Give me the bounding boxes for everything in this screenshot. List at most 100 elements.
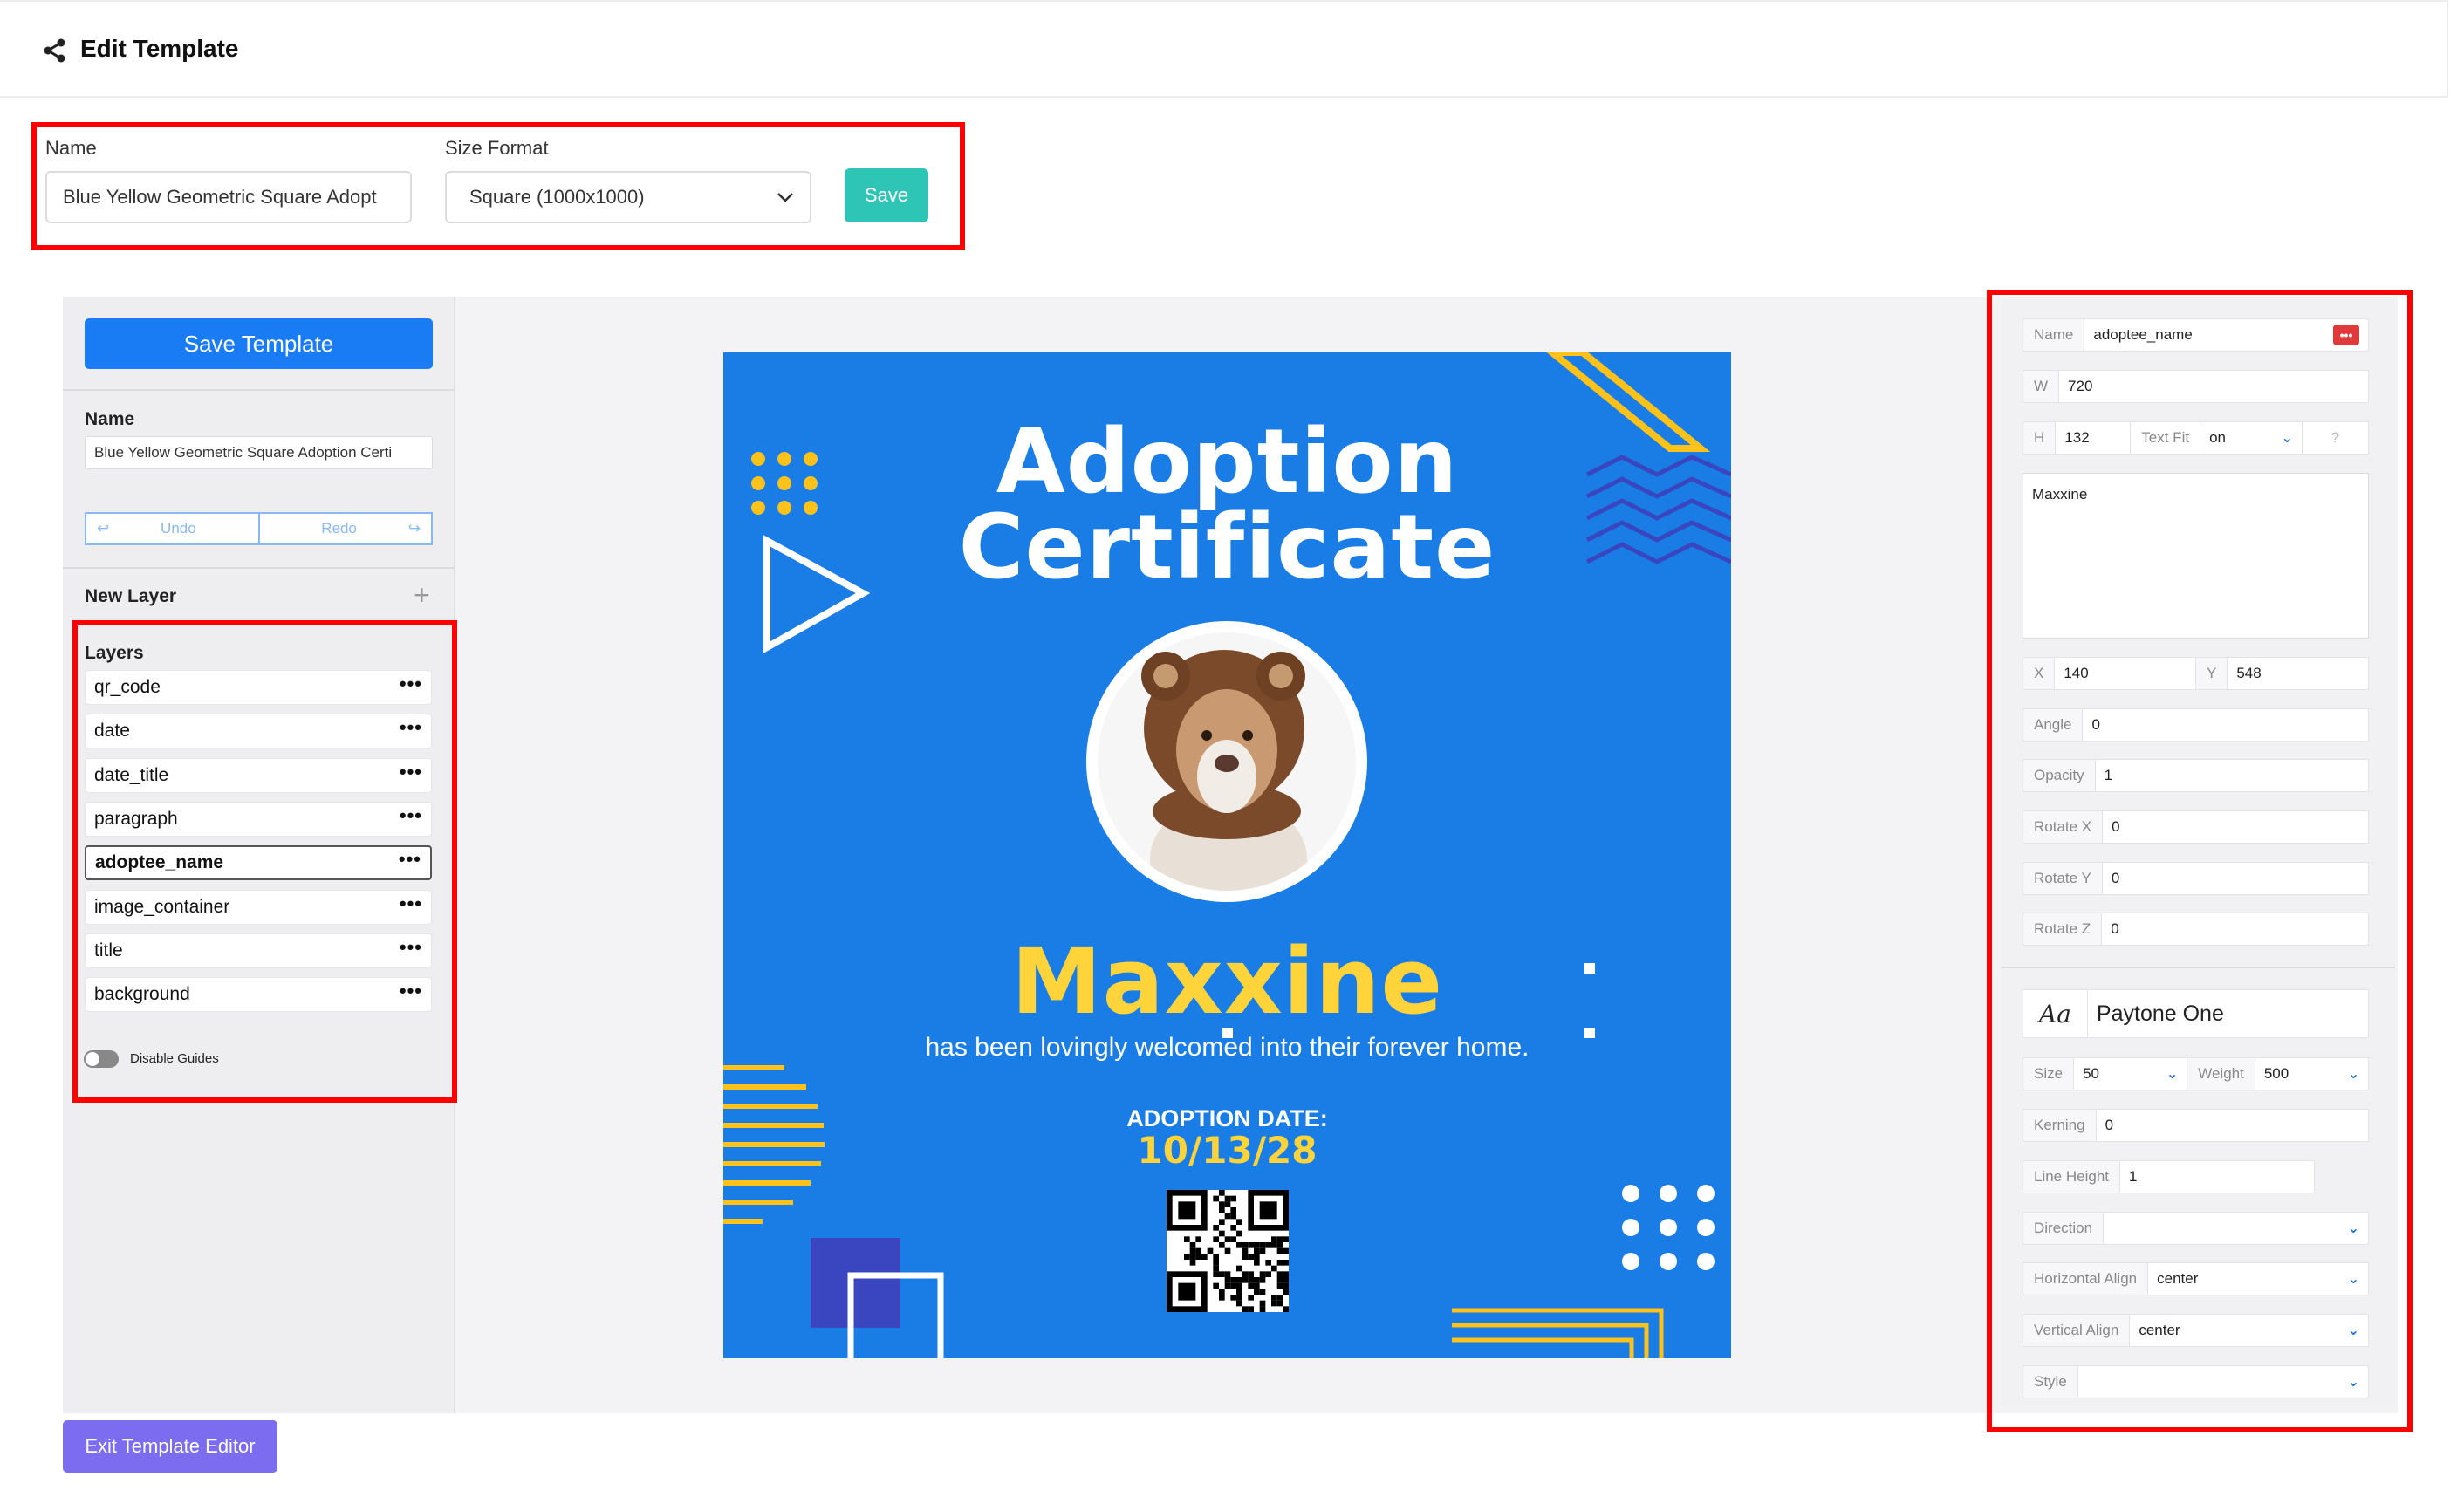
- chevron-down-icon: ⌄: [2281, 431, 2294, 446]
- prop-halign-value: center: [2157, 1270, 2199, 1287]
- redo-icon: ↪: [407, 520, 421, 537]
- more-options-icon[interactable]: •••: [2333, 325, 2359, 345]
- font-icon: Aa: [2023, 990, 2088, 1037]
- prop-textfit-select[interactable]: on ⌄: [2200, 422, 2303, 454]
- more-options-icon[interactable]: •••: [399, 850, 421, 869]
- prop-opacity-input[interactable]: 1: [2096, 760, 2368, 791]
- help-icon[interactable]: ?: [2303, 422, 2368, 454]
- undo-redo-group: ↩ Undo Redo ↪: [85, 512, 433, 545]
- page-title: Edit Template: [80, 35, 239, 62]
- disable-guides-label: Disable Guides: [130, 1051, 219, 1066]
- save-template-button[interactable]: Save Template: [85, 318, 433, 369]
- prop-weight-label: Weight: [2187, 1058, 2255, 1090]
- layer-item-label: title: [94, 940, 123, 960]
- prop-valign-select[interactable]: center ⌄: [2130, 1315, 2368, 1346]
- prop-kerning-label: Kerning: [2023, 1110, 2097, 1141]
- prop-y-input[interactable]: 548: [2228, 658, 2368, 689]
- undo-button[interactable]: ↩ Undo: [86, 514, 260, 543]
- share-icon: [44, 38, 65, 63]
- prop-weight-select[interactable]: 500 ⌄: [2255, 1058, 2368, 1090]
- prop-size-select[interactable]: 50 ⌄: [2074, 1058, 2188, 1090]
- chevron-down-icon: ⌄: [2347, 1067, 2359, 1082]
- prop-lineheight-input[interactable]: 1: [2120, 1161, 2314, 1193]
- left-name-input[interactable]: Blue Yellow Geometric Square Adoption Ce…: [85, 436, 433, 469]
- size-format-select[interactable]: Square (1000x1000): [445, 171, 811, 223]
- save-button[interactable]: Save: [845, 168, 928, 222]
- prop-rotz-input[interactable]: 0: [2102, 913, 2368, 945]
- layer-item[interactable]: paragraph •••: [85, 801, 432, 837]
- more-options-icon[interactable]: •••: [400, 718, 422, 737]
- more-options-icon[interactable]: •••: [400, 674, 422, 694]
- add-layer-icon[interactable]: +: [414, 579, 430, 612]
- prop-size-value: 50: [2083, 1065, 2099, 1082]
- prop-rotx-label: Rotate X: [2023, 811, 2104, 843]
- chevron-down-icon: [777, 193, 793, 202]
- redo-label: Redo: [321, 520, 357, 537]
- undo-label: Undo: [161, 520, 196, 537]
- prop-rotz-label: Rotate Z: [2023, 913, 2103, 945]
- layer-item[interactable]: date •••: [85, 714, 432, 749]
- chevron-down-icon: ⌄: [2347, 1221, 2359, 1236]
- prop-angle-input[interactable]: 0: [2083, 709, 2368, 741]
- prop-rotx-input[interactable]: 0: [2103, 811, 2368, 843]
- name-label: Name: [45, 137, 97, 159]
- prop-text-area[interactable]: Maxxine: [2023, 473, 2369, 639]
- canvas-title-line2[interactable]: Certificate: [723, 496, 1731, 599]
- more-options-icon[interactable]: •••: [400, 937, 422, 956]
- divider: [63, 567, 455, 569]
- disable-guides-toggle[interactable]: [84, 1050, 119, 1068]
- prop-w-label: W: [2023, 371, 2060, 402]
- qr-code[interactable]: [1167, 1190, 1289, 1312]
- new-layer-label: New Layer: [85, 586, 177, 606]
- canvas-date-value[interactable]: 10/13/28: [723, 1129, 1731, 1172]
- exit-template-editor-button[interactable]: Exit Template Editor: [63, 1420, 277, 1473]
- prop-textfit-value: on: [2209, 429, 2226, 446]
- layer-item[interactable]: adoptee_name •••: [85, 845, 432, 881]
- layer-item-label: image_container: [94, 896, 230, 917]
- prop-kerning-input[interactable]: 0: [2097, 1110, 2368, 1141]
- canvas-paragraph[interactable]: has been lovingly welcomed into their fo…: [723, 1033, 1731, 1063]
- layer-item[interactable]: qr_code •••: [85, 670, 432, 705]
- prop-direction-select[interactable]: ⌄: [2104, 1213, 2368, 1244]
- prop-opacity-row: Opacity 1: [2023, 759, 2369, 792]
- dog-illustration: [1098, 632, 1356, 891]
- template-name-input[interactable]: Blue Yellow Geometric Square Adopt: [45, 171, 412, 223]
- left-name-label: Name: [85, 409, 135, 429]
- prop-rotz-row: Rotate Z0: [2023, 913, 2369, 946]
- prop-name-input[interactable]: adoptee_name: [2093, 326, 2192, 344]
- prop-roty-label: Rotate Y: [2023, 863, 2103, 894]
- template-canvas[interactable]: Adoption Certificate Maxxine has been lo…: [723, 352, 1731, 1358]
- prop-valign-row: Vertical Align center ⌄: [2023, 1314, 2369, 1347]
- layer-item[interactable]: date_title •••: [85, 757, 432, 793]
- prop-size-row: Size 50 ⌄ Weight 500 ⌄: [2023, 1057, 2369, 1090]
- prop-y-label: Y: [2196, 658, 2228, 689]
- prop-x-label: X: [2023, 658, 2056, 689]
- size-format-value: Square (1000x1000): [469, 186, 645, 208]
- corner-lines-shape: [1452, 1308, 1664, 1358]
- prop-w-input[interactable]: 720: [2059, 371, 2368, 402]
- font-family-row[interactable]: Aa Paytone One: [2023, 989, 2369, 1038]
- image-container[interactable]: [1086, 621, 1367, 902]
- chevron-down-icon: ⌄: [2166, 1067, 2179, 1082]
- prop-h-input[interactable]: 132: [2056, 422, 2132, 454]
- prop-direction-label: Direction: [2023, 1213, 2105, 1244]
- canvas-adoptee-name[interactable]: Maxxine: [723, 928, 1731, 1035]
- prop-lineheight-label: Line Height: [2023, 1161, 2121, 1193]
- divider: [2001, 967, 2395, 968]
- prop-roty-input[interactable]: 0: [2103, 863, 2368, 894]
- prop-x-input[interactable]: 140: [2055, 658, 2196, 689]
- prop-name-label: Name: [2023, 319, 2085, 351]
- prop-halign-select[interactable]: center ⌄: [2148, 1263, 2368, 1295]
- layer-item[interactable]: background •••: [85, 977, 432, 1013]
- more-options-icon[interactable]: •••: [400, 893, 422, 913]
- layer-item[interactable]: title •••: [85, 933, 432, 968]
- more-options-icon[interactable]: •••: [400, 762, 422, 781]
- redo-button[interactable]: Redo ↪: [260, 514, 432, 543]
- layers-label: Layers: [85, 643, 144, 663]
- layer-item[interactable]: image_container •••: [85, 889, 432, 925]
- prop-style-select[interactable]: ⌄: [2078, 1366, 2368, 1398]
- more-options-icon[interactable]: •••: [400, 981, 422, 1001]
- prop-angle-row: Angle 0: [2023, 708, 2369, 742]
- more-options-icon[interactable]: •••: [400, 805, 422, 824]
- navy-square: [811, 1238, 900, 1328]
